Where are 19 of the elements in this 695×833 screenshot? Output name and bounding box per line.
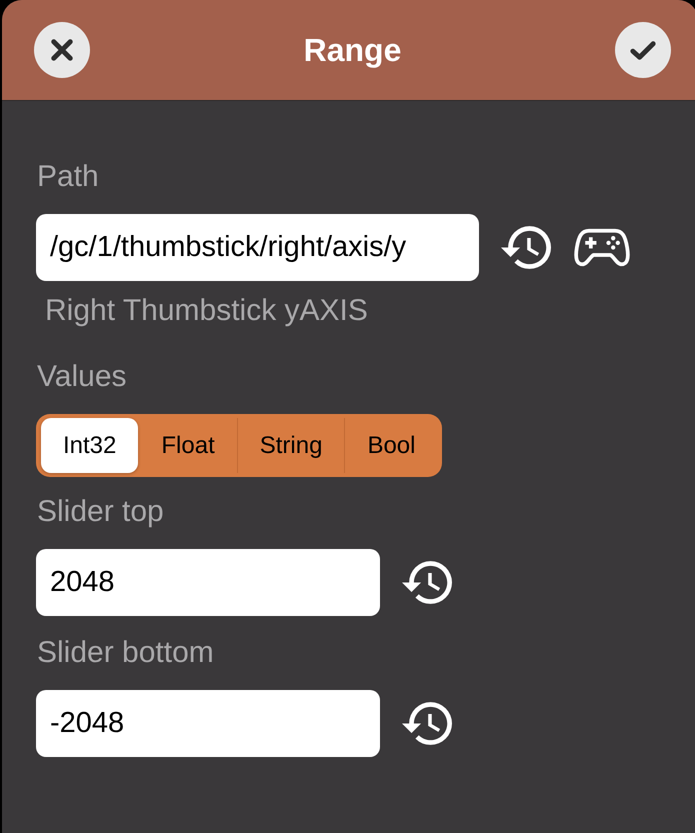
path-description: Right Thumbstick yAXIS: [44, 293, 368, 329]
window-title: Range: [304, 31, 402, 70]
field-label: Values: [36, 359, 127, 395]
field-label: Slider bottom: [36, 635, 214, 671]
segment-tab[interactable]: Int32: [41, 418, 138, 473]
history-icon[interactable]: [501, 226, 551, 269]
number-field[interactable]: 2048: [36, 549, 380, 616]
segment-tab[interactable]: Bool: [345, 418, 438, 473]
path-field[interactable]: /gc/1/thumbstick/right/axis/y: [36, 214, 479, 281]
history-icon[interactable]: [402, 702, 452, 745]
segment-tab[interactable]: Float: [139, 418, 237, 473]
segment-tab[interactable]: String: [238, 418, 344, 473]
close-icon: [51, 39, 73, 61]
field-label: Path: [36, 159, 99, 195]
number-field[interactable]: -2048: [36, 690, 380, 757]
checkmark-icon: [630, 40, 656, 60]
field-label: Slider top: [36, 494, 164, 530]
history-icon[interactable]: [402, 561, 452, 604]
gamepad-icon[interactable]: [574, 227, 630, 268]
